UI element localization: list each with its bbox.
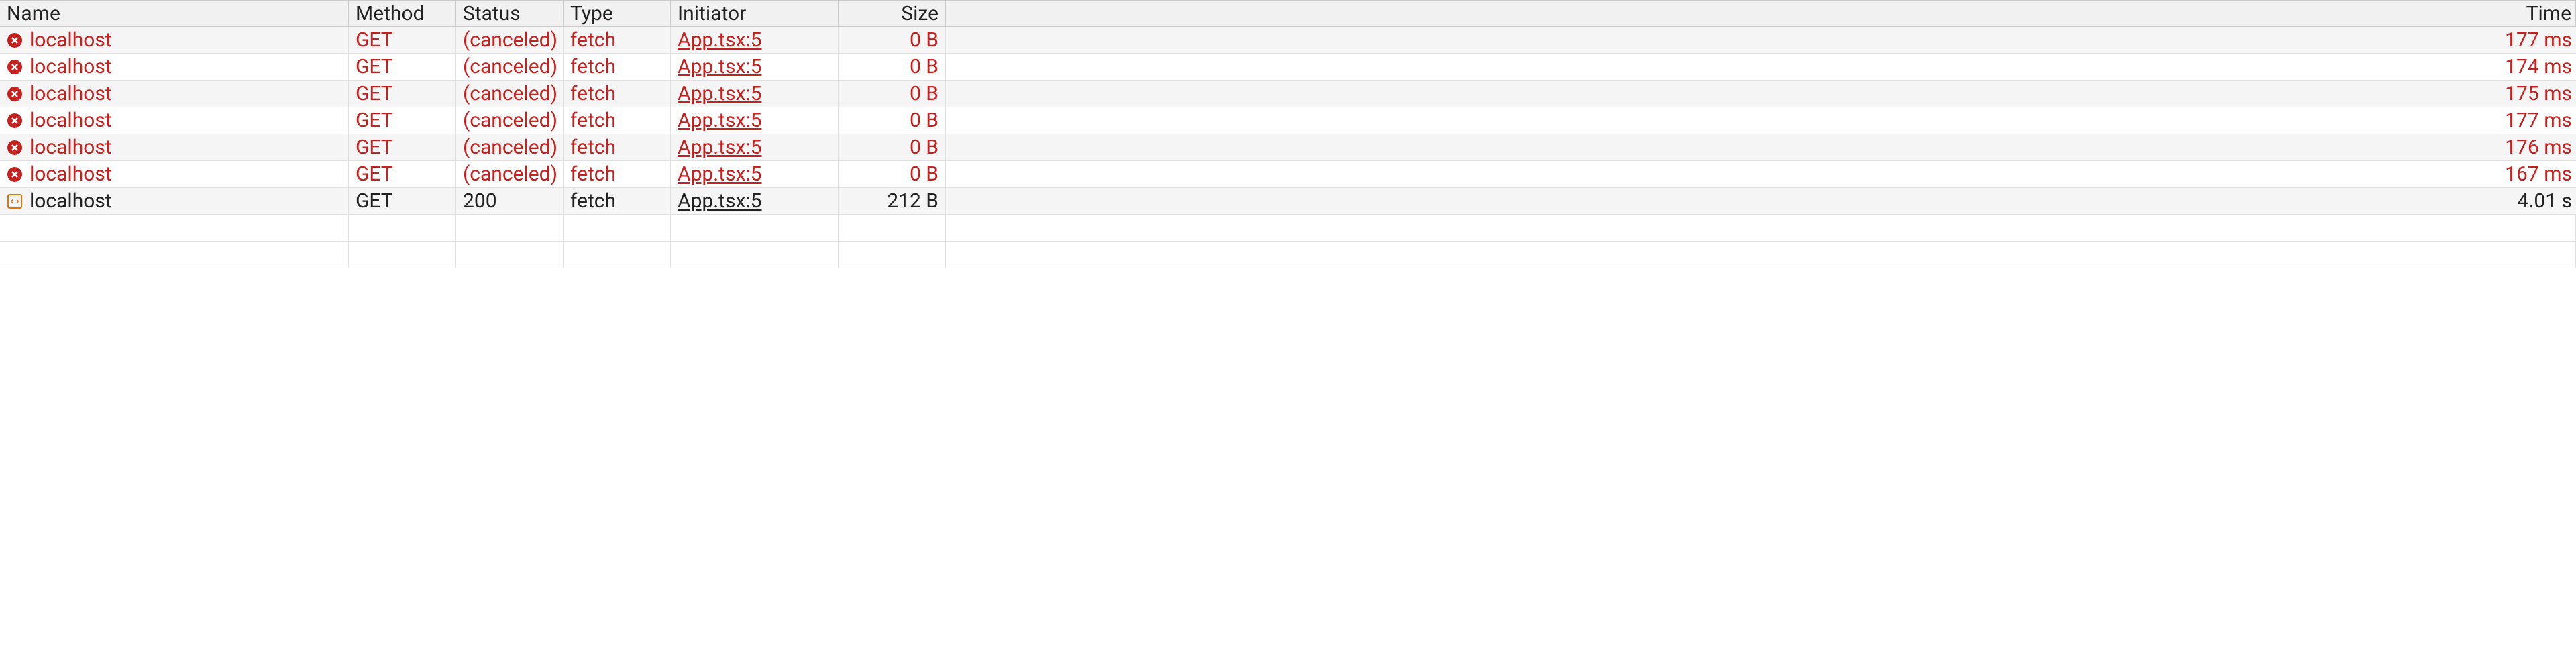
request-status-icon: [7, 86, 23, 102]
request-type: fetch: [564, 54, 671, 80]
error-circle-icon: [7, 140, 22, 155]
request-type: fetch: [564, 81, 671, 107]
error-circle-icon: [7, 33, 22, 48]
table-row[interactable]: localhost GET (canceled) fetch App.tsx:5…: [0, 54, 2576, 81]
initiator-link[interactable]: App.tsx:5: [678, 189, 761, 213]
table-row[interactable]: localhost GET (canceled) fetch App.tsx:5…: [0, 161, 2576, 188]
table-row[interactable]: localhost GET (canceled) fetch App.tsx:5…: [0, 27, 2576, 54]
request-name: localhost: [30, 189, 112, 213]
col-header-status[interactable]: Status: [456, 1, 564, 26]
request-method: GET: [349, 27, 456, 53]
request-status: (canceled): [456, 134, 564, 160]
request-time: 4.01 s: [946, 188, 2576, 214]
col-header-time[interactable]: Time: [946, 1, 2576, 26]
request-time: 176 ms: [946, 134, 2576, 160]
request-status: 200: [456, 188, 564, 214]
request-status: (canceled): [456, 27, 564, 53]
table-row[interactable]: localhost GET (canceled) fetch App.tsx:5…: [0, 107, 2576, 134]
initiator-link[interactable]: App.tsx:5: [678, 55, 761, 79]
col-header-name[interactable]: Name: [0, 1, 349, 26]
col-header-method[interactable]: Method: [349, 1, 456, 26]
initiator-link[interactable]: App.tsx:5: [678, 136, 761, 159]
request-time: 174 ms: [946, 54, 2576, 80]
col-header-initiator[interactable]: Initiator: [671, 1, 839, 26]
request-method: GET: [349, 188, 456, 214]
col-header-type[interactable]: Type: [564, 1, 671, 26]
request-type: fetch: [564, 27, 671, 53]
table-row[interactable]: ‹› localhost GET 200 fetch App.tsx:5 212…: [0, 188, 2576, 215]
initiator-link[interactable]: App.tsx:5: [678, 109, 761, 132]
request-time: 175 ms: [946, 81, 2576, 107]
request-name: localhost: [30, 55, 112, 79]
script-file-icon: ‹›: [7, 194, 22, 209]
empty-row: [0, 242, 2576, 268]
request-type: fetch: [564, 161, 671, 187]
request-method: GET: [349, 107, 456, 134]
request-name: localhost: [30, 162, 112, 186]
request-status-icon: [7, 140, 23, 156]
request-type: fetch: [564, 188, 671, 214]
request-time: 177 ms: [946, 107, 2576, 134]
error-circle-icon: [7, 113, 22, 128]
request-method: GET: [349, 161, 456, 187]
request-status-icon: [7, 113, 23, 129]
request-name: localhost: [30, 136, 112, 159]
request-size: 0 B: [839, 27, 946, 53]
request-method: GET: [349, 134, 456, 160]
request-time: 167 ms: [946, 161, 2576, 187]
request-size: 212 B: [839, 188, 946, 214]
request-size: 0 B: [839, 107, 946, 134]
initiator-link[interactable]: App.tsx:5: [678, 82, 761, 105]
error-circle-icon: [7, 167, 22, 182]
error-circle-icon: [7, 87, 22, 101]
request-method: GET: [349, 81, 456, 107]
request-name: localhost: [30, 82, 112, 105]
request-status: (canceled): [456, 161, 564, 187]
table-row[interactable]: localhost GET (canceled) fetch App.tsx:5…: [0, 134, 2576, 161]
request-status-icon: [7, 32, 23, 48]
request-status-icon: [7, 59, 23, 75]
initiator-link[interactable]: App.tsx:5: [678, 28, 761, 52]
request-status: (canceled): [456, 81, 564, 107]
request-name: localhost: [30, 109, 112, 132]
request-status: (canceled): [456, 107, 564, 134]
request-size: 0 B: [839, 81, 946, 107]
request-status-icon: ‹›: [7, 193, 23, 209]
network-request-table: Name Method Status Type Initiator Size T…: [0, 0, 2576, 268]
table-header-row: Name Method Status Type Initiator Size T…: [0, 0, 2576, 27]
col-header-size[interactable]: Size: [839, 1, 946, 26]
request-type: fetch: [564, 134, 671, 160]
request-type: fetch: [564, 107, 671, 134]
request-size: 0 B: [839, 134, 946, 160]
request-name: localhost: [30, 28, 112, 52]
request-size: 0 B: [839, 54, 946, 80]
request-time: 177 ms: [946, 27, 2576, 53]
error-circle-icon: [7, 60, 22, 74]
request-size: 0 B: [839, 161, 946, 187]
request-method: GET: [349, 54, 456, 80]
initiator-link[interactable]: App.tsx:5: [678, 162, 761, 186]
table-row[interactable]: localhost GET (canceled) fetch App.tsx:5…: [0, 81, 2576, 107]
request-status: (canceled): [456, 54, 564, 80]
request-status-icon: [7, 166, 23, 183]
empty-row: [0, 215, 2576, 242]
